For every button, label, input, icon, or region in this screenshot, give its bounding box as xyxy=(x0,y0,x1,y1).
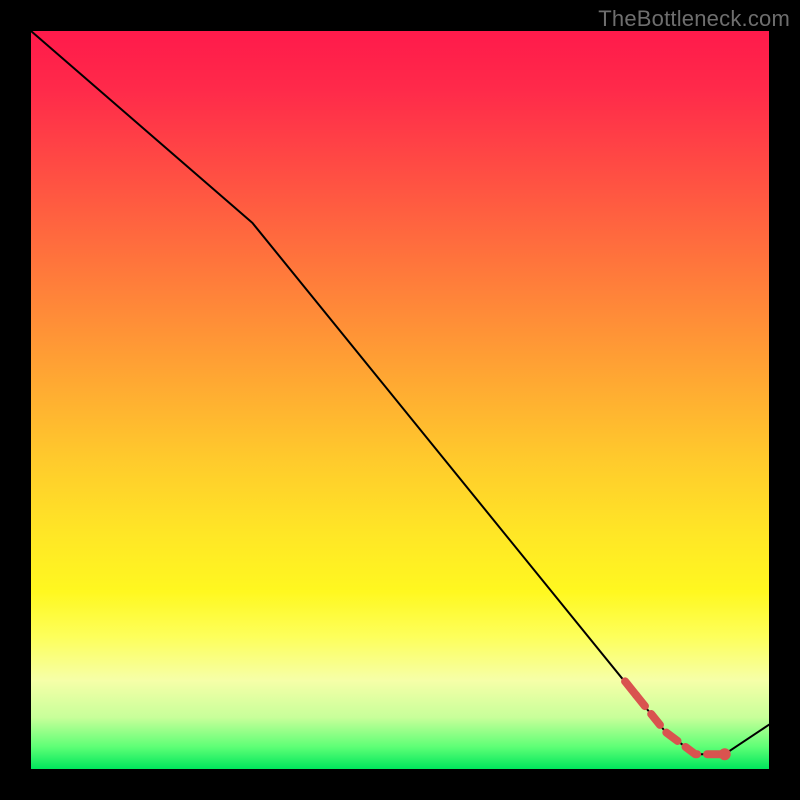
plot-area xyxy=(31,31,769,769)
watermark-text: TheBottleneck.com xyxy=(598,6,790,32)
series-highlight-line xyxy=(636,695,725,754)
series-main-line xyxy=(31,31,769,754)
chart-stage: TheBottleneck.com xyxy=(0,0,800,800)
chart-svg xyxy=(31,31,769,769)
highlight-end-dot xyxy=(719,748,731,760)
